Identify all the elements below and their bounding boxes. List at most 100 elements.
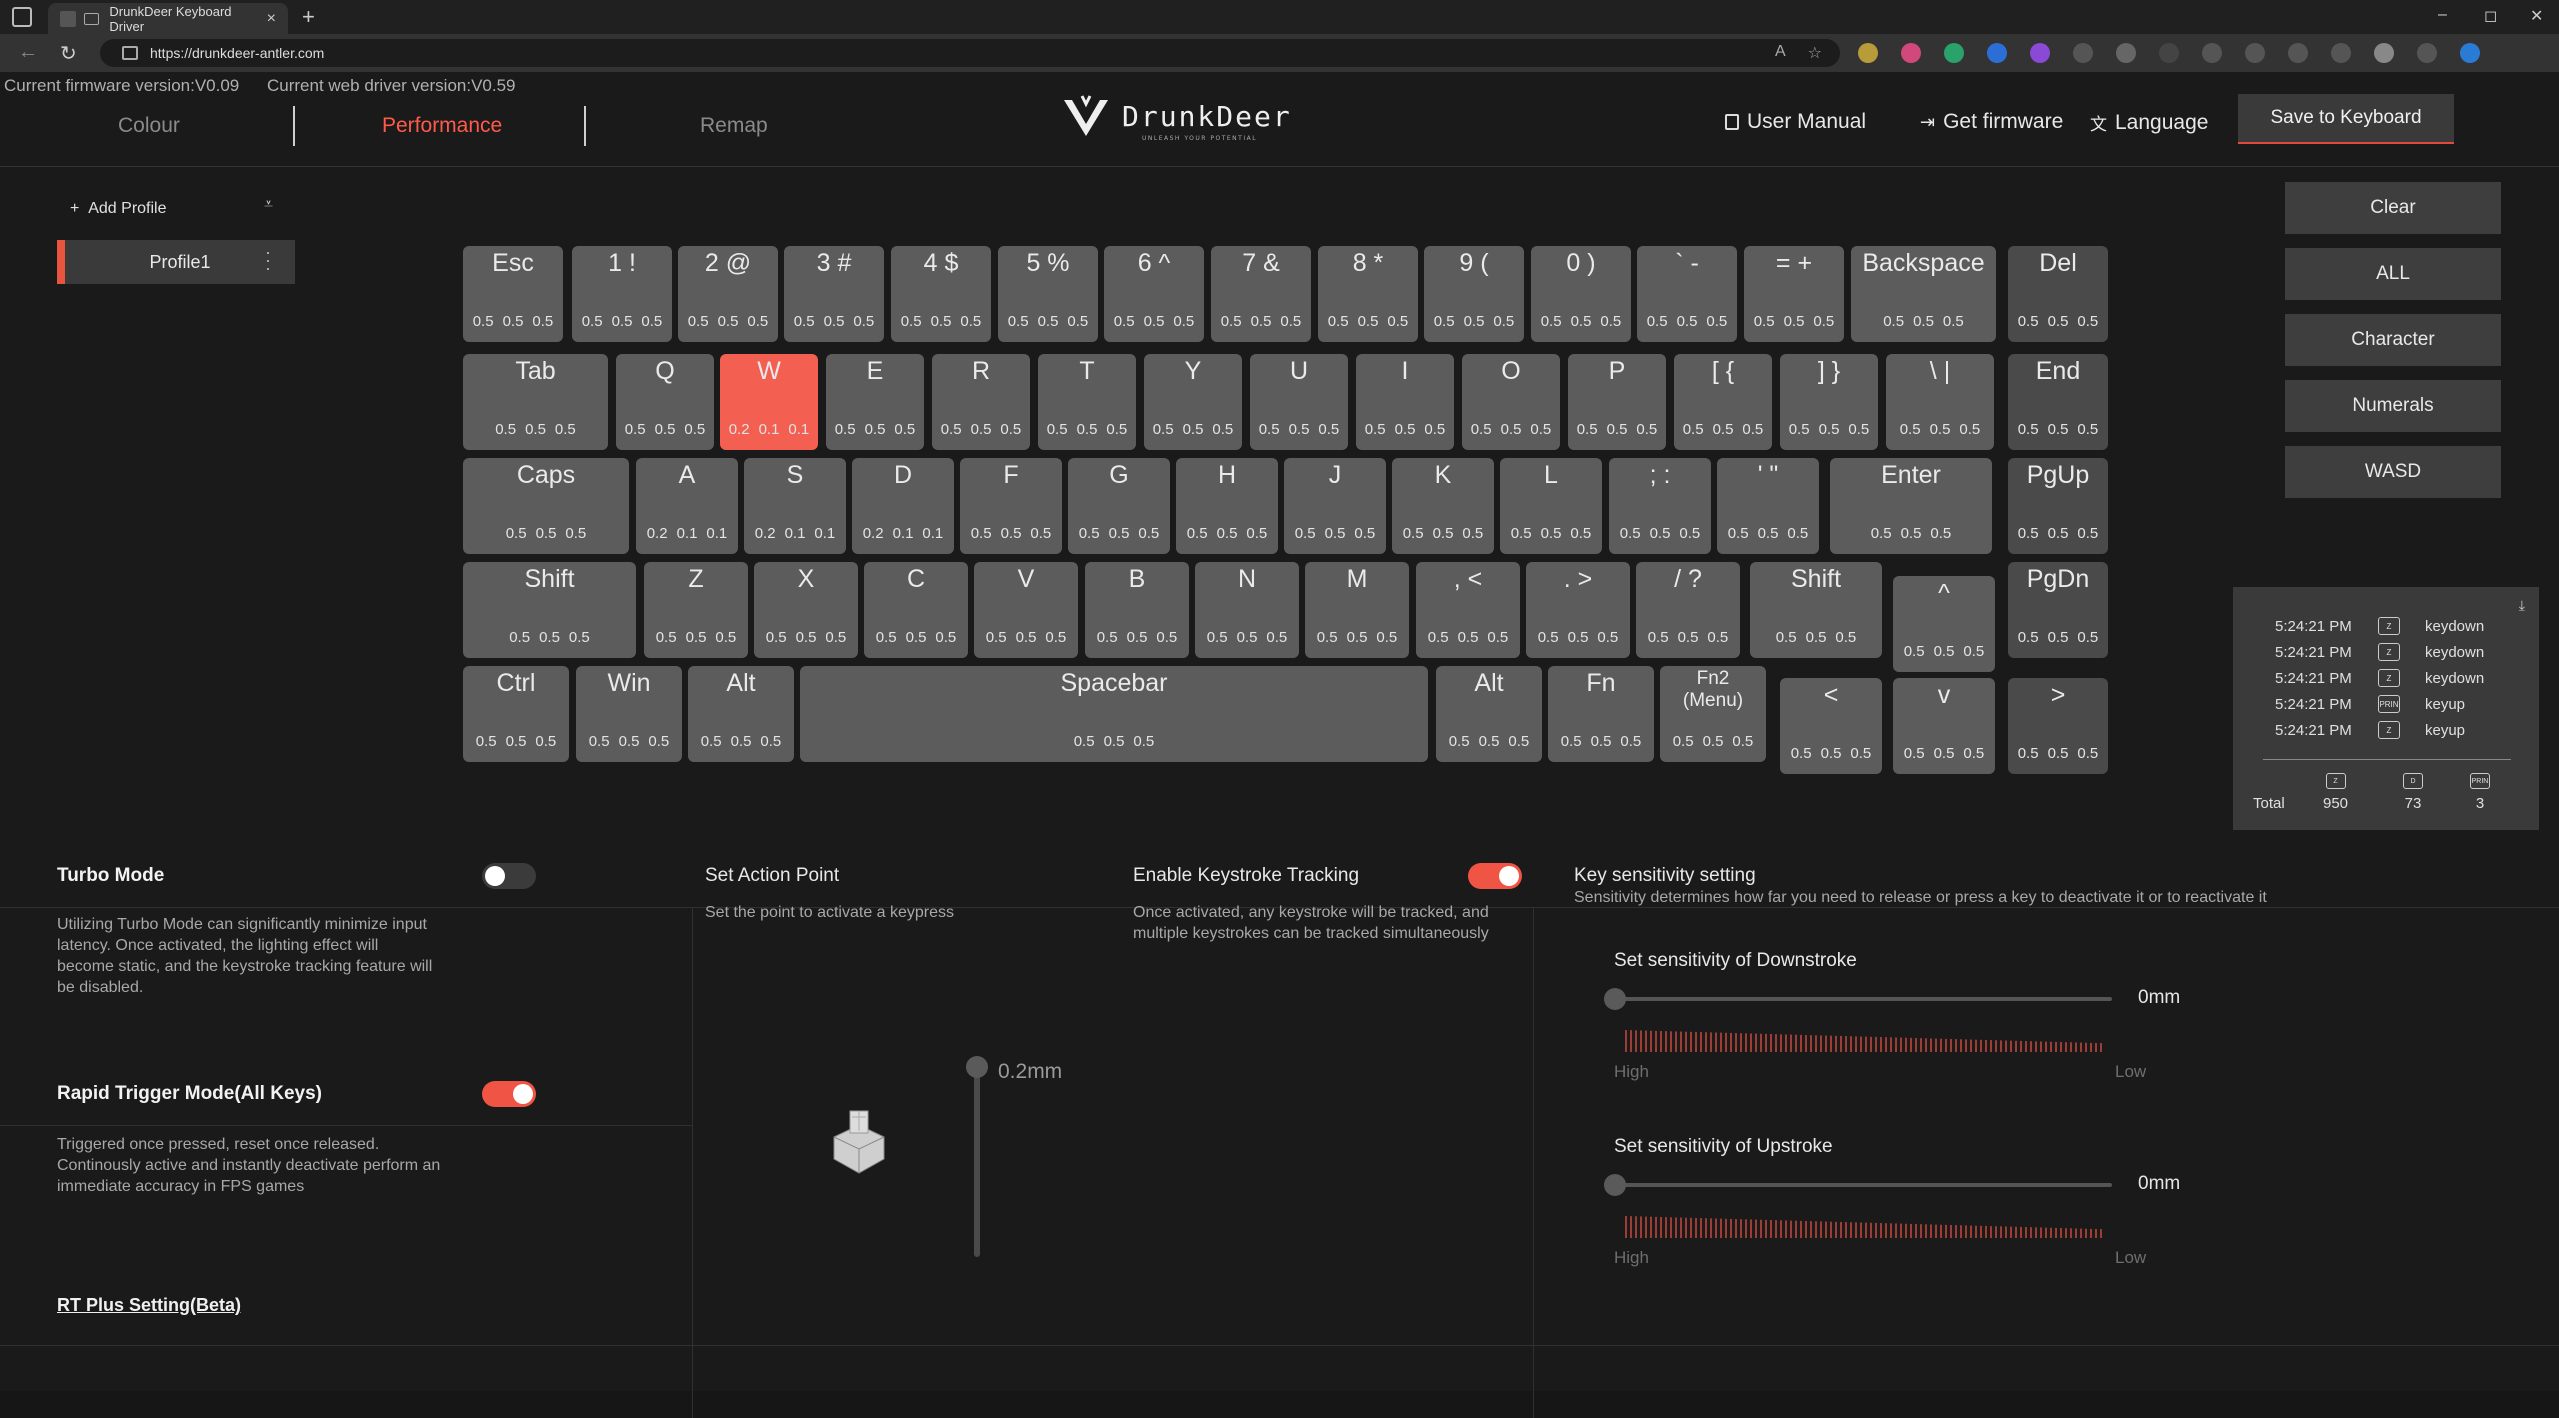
key-i[interactable]: I 0.5 0.5 0.5: [1356, 354, 1454, 450]
rapid-trigger-toggle[interactable]: [482, 1081, 536, 1107]
key-caps[interactable]: Caps 0.5 0.5 0.5: [463, 458, 629, 554]
extension-icon[interactable]: [2073, 43, 2093, 63]
key-r[interactable]: R 0.5 0.5 0.5: [932, 354, 1030, 450]
key-5[interactable]: 5 % 0.5 0.5 0.5: [998, 246, 1098, 342]
key-s[interactable]: S 0.2 0.1 0.1: [744, 458, 846, 554]
back-arrow-icon[interactable]: ←: [18, 41, 38, 64]
collapse-list-icon[interactable]: ⩡: [264, 196, 273, 214]
key-k[interactable]: K 0.5 0.5 0.5: [1392, 458, 1494, 554]
key-y[interactable]: Y 0.5 0.5 0.5: [1144, 354, 1242, 450]
key-shift[interactable]: Shift 0.5 0.5 0.5: [463, 562, 636, 658]
rt-plus-setting-link[interactable]: RT Plus Setting(Beta): [57, 1295, 241, 1316]
turbo-mode-toggle[interactable]: [482, 863, 536, 889]
key-j[interactable]: J 0.5 0.5 0.5: [1284, 458, 1386, 554]
avatar[interactable]: [2374, 43, 2394, 63]
copilot-icon[interactable]: [2460, 43, 2480, 63]
more-dots-icon[interactable]: [2417, 43, 2437, 63]
key-win[interactable]: Win 0.5 0.5 0.5: [576, 666, 682, 762]
key-t[interactable]: T 0.5 0.5 0.5: [1038, 354, 1136, 450]
key-pgup[interactable]: PgUp 0.5 0.5 0.5: [2008, 458, 2108, 554]
downstroke-slider-track[interactable]: [1610, 997, 2112, 1001]
extension-icon[interactable]: [1987, 43, 2007, 63]
close-tab-icon[interactable]: ×: [267, 10, 276, 28]
key-sym[interactable]: ` - 0.5 0.5 0.5: [1637, 246, 1737, 342]
key-1[interactable]: 1 ! 0.5 0.5 0.5: [572, 246, 672, 342]
key-spacebar[interactable]: Spacebar 0.5 0.5 0.5: [800, 666, 1428, 762]
tab-performance[interactable]: Performance: [382, 114, 502, 138]
reload-icon[interactable]: ↻: [60, 41, 77, 66]
downstroke-slider-handle[interactable]: [1604, 988, 1626, 1010]
profile-item[interactable]: Profile1 · · ·: [57, 240, 295, 284]
key-enter[interactable]: Enter 0.5 0.5 0.5: [1830, 458, 1992, 554]
key-b[interactable]: B 0.5 0.5 0.5: [1085, 562, 1189, 658]
download-icon[interactable]: [2245, 43, 2265, 63]
extension-icon[interactable]: [1858, 43, 1878, 63]
key-2[interactable]: 2 @ 0.5 0.5 0.5: [678, 246, 778, 342]
key-m[interactable]: M 0.5 0.5 0.5: [1305, 562, 1409, 658]
key-e[interactable]: E 0.5 0.5 0.5: [826, 354, 924, 450]
user-manual-link[interactable]: User Manual: [1725, 110, 1866, 134]
action-point-slider-handle[interactable]: [966, 1056, 988, 1078]
key-9[interactable]: 9 (0.5 0.5 0.5: [1424, 246, 1524, 342]
extension-icon[interactable]: [1901, 43, 1921, 63]
key-6[interactable]: 6 ^ 0.5 0.5 0.5: [1104, 246, 1204, 342]
key-shift[interactable]: Shift 0.5 0.5 0.5: [1750, 562, 1882, 658]
window-close-icon[interactable]: ✕: [2530, 6, 2543, 26]
key-d[interactable]: D 0.2 0.1 0.1: [852, 458, 954, 554]
minimize-icon[interactable]: –: [2438, 6, 2447, 24]
language-link[interactable]: 文 Language: [2090, 110, 2208, 135]
key-g[interactable]: G 0.5 0.5 0.5: [1068, 458, 1170, 554]
key-ctrl[interactable]: Ctrl 0.5 0.5 0.5: [463, 666, 569, 762]
key-fn[interactable]: Fn 0.5 0.5 0.5: [1548, 666, 1654, 762]
key-sym[interactable]: <0.5 0.5 0.5: [1780, 678, 1882, 774]
key-7[interactable]: 7 & 0.5 0.5 0.5: [1211, 246, 1311, 342]
key-3[interactable]: 3 # 0.5 0.5 0.5: [784, 246, 884, 342]
extension-icon[interactable]: [2116, 43, 2136, 63]
key-backspace[interactable]: Backspace 0.5 0.5 0.5: [1851, 246, 1996, 342]
extension-icon[interactable]: [1944, 43, 1964, 63]
share-icon[interactable]: [2331, 43, 2351, 63]
key-sym[interactable]: ] } 0.5 0.5 0.5: [1780, 354, 1878, 450]
collections-icon[interactable]: [2288, 43, 2308, 63]
key-tab[interactable]: Tab 0.5 0.5 0.5: [463, 354, 608, 450]
key-o[interactable]: O 0.5 0.5 0.5: [1462, 354, 1560, 450]
favorite-star-icon[interactable]: ☆: [1808, 43, 1822, 63]
key-esc[interactable]: Esc 0.5 0.5 0.5: [463, 246, 563, 342]
key-del[interactable]: Del 0.5 0.5 0.5: [2008, 246, 2108, 342]
add-profile-button[interactable]: + Add Profile: [70, 200, 167, 218]
key-v[interactable]: v 0.5 0.5 0.5: [1893, 678, 1995, 774]
key-u[interactable]: U 0.5 0.5 0.5: [1250, 354, 1348, 450]
key-alt[interactable]: Alt 0.5 0.5 0.5: [688, 666, 794, 762]
upstroke-slider-handle[interactable]: [1604, 1174, 1626, 1196]
key-sym[interactable]: , < 0.5 0.5 0.5: [1416, 562, 1520, 658]
read-aloud-icon[interactable]: A: [1775, 43, 1786, 63]
new-tab-icon[interactable]: +: [302, 4, 315, 30]
download-log-icon[interactable]: ⤓: [2519, 597, 2525, 614]
url-field[interactable]: https://drunkdeer-antler.com A ☆: [100, 39, 1840, 67]
tab-actions-icon[interactable]: [12, 7, 32, 27]
settings-gear-icon[interactable]: [2202, 43, 2222, 63]
key-f[interactable]: F 0.5 0.5 0.5: [960, 458, 1062, 554]
action-point-slider-track[interactable]: [974, 1057, 980, 1257]
key-fn2[interactable]: Fn2 (Menu) 0.5 0.5 0.5: [1660, 666, 1766, 762]
key-l[interactable]: L 0.5 0.5 0.5: [1500, 458, 1602, 554]
key-z[interactable]: Z 0.5 0.5 0.5: [644, 562, 748, 658]
key-pgdn[interactable]: PgDn 0.5 0.5 0.5: [2008, 562, 2108, 658]
key-alt[interactable]: Alt 0.5 0.5 0.5: [1436, 666, 1542, 762]
extension-icon[interactable]: [2159, 43, 2179, 63]
all-preset-button[interactable]: ALL: [2285, 248, 2501, 300]
key-q[interactable]: Q 0.5 0.5 0.5: [616, 354, 714, 450]
key-sym[interactable]: = + 0.5 0.5 0.5: [1744, 246, 1844, 342]
character-preset-button[interactable]: Character: [2285, 314, 2501, 366]
key-sym[interactable]: ' " 0.5 0.5 0.5: [1717, 458, 1819, 554]
clear-preset-button[interactable]: Clear: [2285, 182, 2501, 234]
wasd-preset-button[interactable]: WASD: [2285, 446, 2501, 498]
keystroke-tracking-toggle[interactable]: [1468, 863, 1522, 889]
key-sym[interactable]: >0.5 0.5 0.5: [2008, 678, 2108, 774]
key-h[interactable]: H 0.5 0.5 0.5: [1176, 458, 1278, 554]
key-sym[interactable]: ; : 0.5 0.5 0.5: [1609, 458, 1711, 554]
profile-menu-icon[interactable]: · · ·: [265, 243, 271, 277]
key-x[interactable]: X 0.5 0.5 0.5: [754, 562, 858, 658]
key-sym[interactable]: . > 0.5 0.5 0.5: [1526, 562, 1630, 658]
key-p[interactable]: P 0.5 0.5 0.5: [1568, 354, 1666, 450]
